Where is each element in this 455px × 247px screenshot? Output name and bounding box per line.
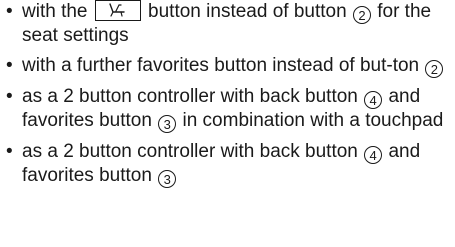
button-number-badge: 3 (158, 115, 177, 133)
button-number-badge: 4 (364, 91, 383, 109)
button-number-badge: 3 (158, 170, 177, 188)
list-item: • as a 2 button controller with back but… (4, 85, 449, 133)
bullet-list: • with the button instead of button 2 fo… (4, 0, 449, 188)
bullet-marker: • (6, 55, 13, 76)
bullet-marker: • (6, 141, 13, 162)
list-item: • with a further favorites button instea… (4, 54, 449, 78)
list-item: • as a 2 button controller with back but… (4, 140, 449, 188)
bullet-marker: • (6, 1, 13, 22)
item-text: in combination with a touchpad (182, 110, 444, 131)
document-page: • with the button instead of button 2 fo… (0, 0, 455, 247)
button-number-badge: 4 (364, 146, 383, 164)
item-text: with a further favorites button instead … (22, 55, 420, 76)
bullet-marker: • (6, 86, 13, 107)
item-text: as a 2 button controller with back butto… (22, 86, 358, 107)
item-text: with the (22, 1, 88, 22)
seat-settings-icon (94, 0, 141, 21)
button-number-badge: 2 (425, 60, 444, 78)
item-text: button instead of button (148, 1, 347, 22)
item-text: as a 2 button controller with back butto… (22, 141, 358, 162)
button-number-badge: 2 (352, 6, 371, 24)
list-item: • with the button instead of button 2 fo… (4, 0, 449, 47)
